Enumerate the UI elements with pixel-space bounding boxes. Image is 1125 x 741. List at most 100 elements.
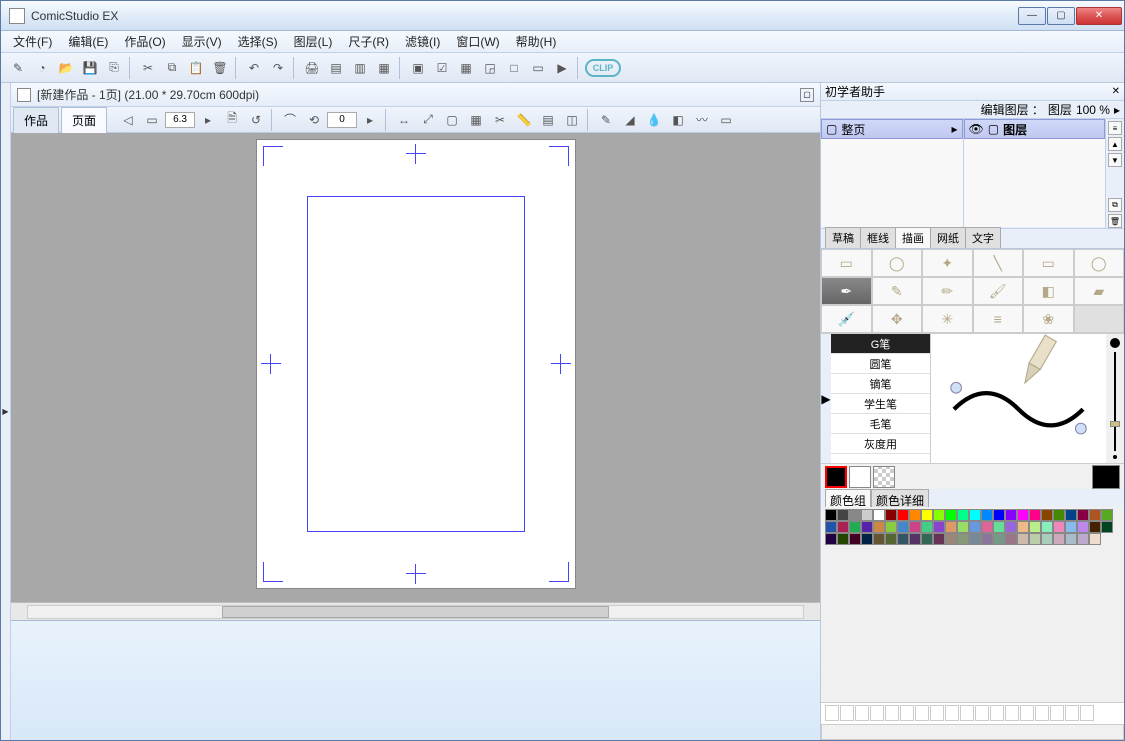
palette-swatch[interactable] <box>885 509 897 521</box>
menu-layer[interactable]: 图层(L) <box>286 31 341 52</box>
drop-icon[interactable]: 💧 <box>643 109 665 131</box>
pen-tool-icon[interactable]: ✒ <box>821 277 872 305</box>
open-icon[interactable]: 📂 <box>55 57 77 79</box>
palette-swatch[interactable] <box>861 521 873 533</box>
palette-swatch[interactable] <box>921 533 933 545</box>
bg-color-swatch[interactable] <box>849 466 871 488</box>
tone-cell[interactable] <box>825 705 839 721</box>
layers-icon[interactable]: ▤ <box>537 109 559 131</box>
clock-icon[interactable]: ◔ <box>31 57 53 79</box>
up-arrow-icon[interactable]: ▲ <box>1108 137 1122 151</box>
palette-swatch[interactable] <box>957 533 969 545</box>
page2-icon[interactable]: ▥ <box>349 57 371 79</box>
page1-icon[interactable]: ▤ <box>325 57 347 79</box>
effect-icon[interactable]: ◫ <box>561 109 583 131</box>
palette-swatch[interactable] <box>1077 533 1089 545</box>
delete-icon[interactable]: 🗑 <box>209 57 231 79</box>
close-button[interactable]: ✕ <box>1076 7 1122 25</box>
zoom-menu-icon[interactable]: ▸ <box>197 109 219 131</box>
eraser-icon[interactable]: ◧ <box>667 109 689 131</box>
minimize-button[interactable]: — <box>1018 7 1046 25</box>
palette-swatch[interactable] <box>1101 509 1113 521</box>
palette-swatch[interactable] <box>849 533 861 545</box>
palette-swatch[interactable] <box>1053 533 1065 545</box>
palette-swatch[interactable] <box>1017 521 1029 533</box>
rotate-icon[interactable]: ↺ <box>245 109 267 131</box>
undo-icon[interactable]: ↶ <box>243 57 265 79</box>
ellipse-icon[interactable]: ◯ <box>1074 249 1125 277</box>
palette-swatch[interactable] <box>981 509 993 521</box>
fg-color-swatch[interactable] <box>825 466 847 488</box>
tone-cell[interactable] <box>870 705 884 721</box>
tone-cell[interactable] <box>990 705 1004 721</box>
palette-swatch[interactable] <box>969 521 981 533</box>
palette-swatch[interactable] <box>861 509 873 521</box>
nav-layer-body[interactable] <box>964 139 1106 227</box>
palette-swatch[interactable] <box>909 521 921 533</box>
saveall-icon[interactable]: ⎘ <box>103 57 125 79</box>
page-canvas[interactable] <box>256 139 576 589</box>
tab-text[interactable]: 文字 <box>965 227 1001 248</box>
rect-select-icon[interactable]: ▭ <box>821 249 872 277</box>
palette-swatch[interactable] <box>1005 533 1017 545</box>
palette-swatch[interactable] <box>957 521 969 533</box>
palette-swatch[interactable] <box>1041 509 1053 521</box>
palette-swatch[interactable] <box>993 521 1005 533</box>
palette-swatch[interactable] <box>1065 521 1077 533</box>
tone-cell[interactable] <box>1065 705 1079 721</box>
palette-swatch[interactable] <box>1101 521 1113 533</box>
pen-collapse-icon[interactable]: ▶ <box>821 334 831 463</box>
palette-swatch[interactable] <box>993 509 1005 521</box>
nav-wholepage-body[interactable] <box>821 139 963 227</box>
current-color-swatch[interactable] <box>1092 465 1120 489</box>
tone-cell[interactable] <box>1035 705 1049 721</box>
menu-select[interactable]: 选择(S) <box>230 31 286 52</box>
palette-swatch[interactable] <box>1029 509 1041 521</box>
menu-view[interactable]: 显示(V) <box>174 31 230 52</box>
tone-cell[interactable] <box>900 705 914 721</box>
palette-swatch[interactable] <box>1005 521 1017 533</box>
page3-icon[interactable]: ▦ <box>373 57 395 79</box>
angle-menu-icon[interactable]: ▸ <box>359 109 381 131</box>
palette-swatch[interactable] <box>945 533 957 545</box>
down-arrow-icon[interactable]: ▼ <box>1108 153 1122 167</box>
palette-swatch[interactable] <box>825 533 837 545</box>
redo-icon[interactable]: ↷ <box>267 57 289 79</box>
palette-swatch[interactable] <box>849 509 861 521</box>
tone-cell[interactable] <box>975 705 989 721</box>
play-icon[interactable]: ▶ <box>551 57 573 79</box>
text-icon[interactable]: ▭ <box>715 109 737 131</box>
tone-cell[interactable] <box>915 705 929 721</box>
palette-swatch[interactable] <box>933 509 945 521</box>
menu-window[interactable]: 窗口(W) <box>448 31 507 52</box>
nav-wholepage-header[interactable]: ▢ 整页 ▸ <box>821 119 963 139</box>
curve-icon[interactable]: ⌒ <box>279 109 301 131</box>
palette-swatch[interactable] <box>897 509 909 521</box>
fit-icon[interactable]: ▭ <box>141 109 163 131</box>
tone-cell[interactable] <box>1005 705 1019 721</box>
burst-icon[interactable]: ✳ <box>922 305 973 333</box>
brush2-icon[interactable]: 🖌 <box>973 277 1024 305</box>
tab-tone[interactable]: 网纸 <box>930 227 966 248</box>
menu-filter[interactable]: 滤镜(I) <box>397 31 448 52</box>
palette-swatch[interactable] <box>873 509 885 521</box>
menu-icon[interactable]: ≡ <box>1108 121 1122 135</box>
pen-item[interactable]: 圆笔 <box>831 354 930 374</box>
palette-swatch[interactable] <box>885 533 897 545</box>
trash-icon[interactable]: 🗑 <box>1108 214 1122 228</box>
tab-work[interactable]: 作品 <box>13 107 59 133</box>
palette-swatch[interactable] <box>921 521 933 533</box>
stamp-icon[interactable]: ❀ <box>1023 305 1074 333</box>
pen-item[interactable]: 毛笔 <box>831 414 930 434</box>
tone-cell[interactable] <box>960 705 974 721</box>
palette-swatch[interactable] <box>945 521 957 533</box>
tone-cell[interactable] <box>1080 705 1094 721</box>
palette-swatch[interactable] <box>849 521 861 533</box>
palette-swatch[interactable] <box>1017 509 1029 521</box>
pen-item[interactable]: 学生笔 <box>831 394 930 414</box>
color-icon[interactable]: ▦ <box>455 57 477 79</box>
palette-swatch[interactable] <box>957 509 969 521</box>
brush-icon[interactable]: 〰 <box>691 109 713 131</box>
pen-item[interactable]: 灰度用 <box>831 434 930 454</box>
newpage-icon[interactable]: 🗎 <box>221 109 243 131</box>
